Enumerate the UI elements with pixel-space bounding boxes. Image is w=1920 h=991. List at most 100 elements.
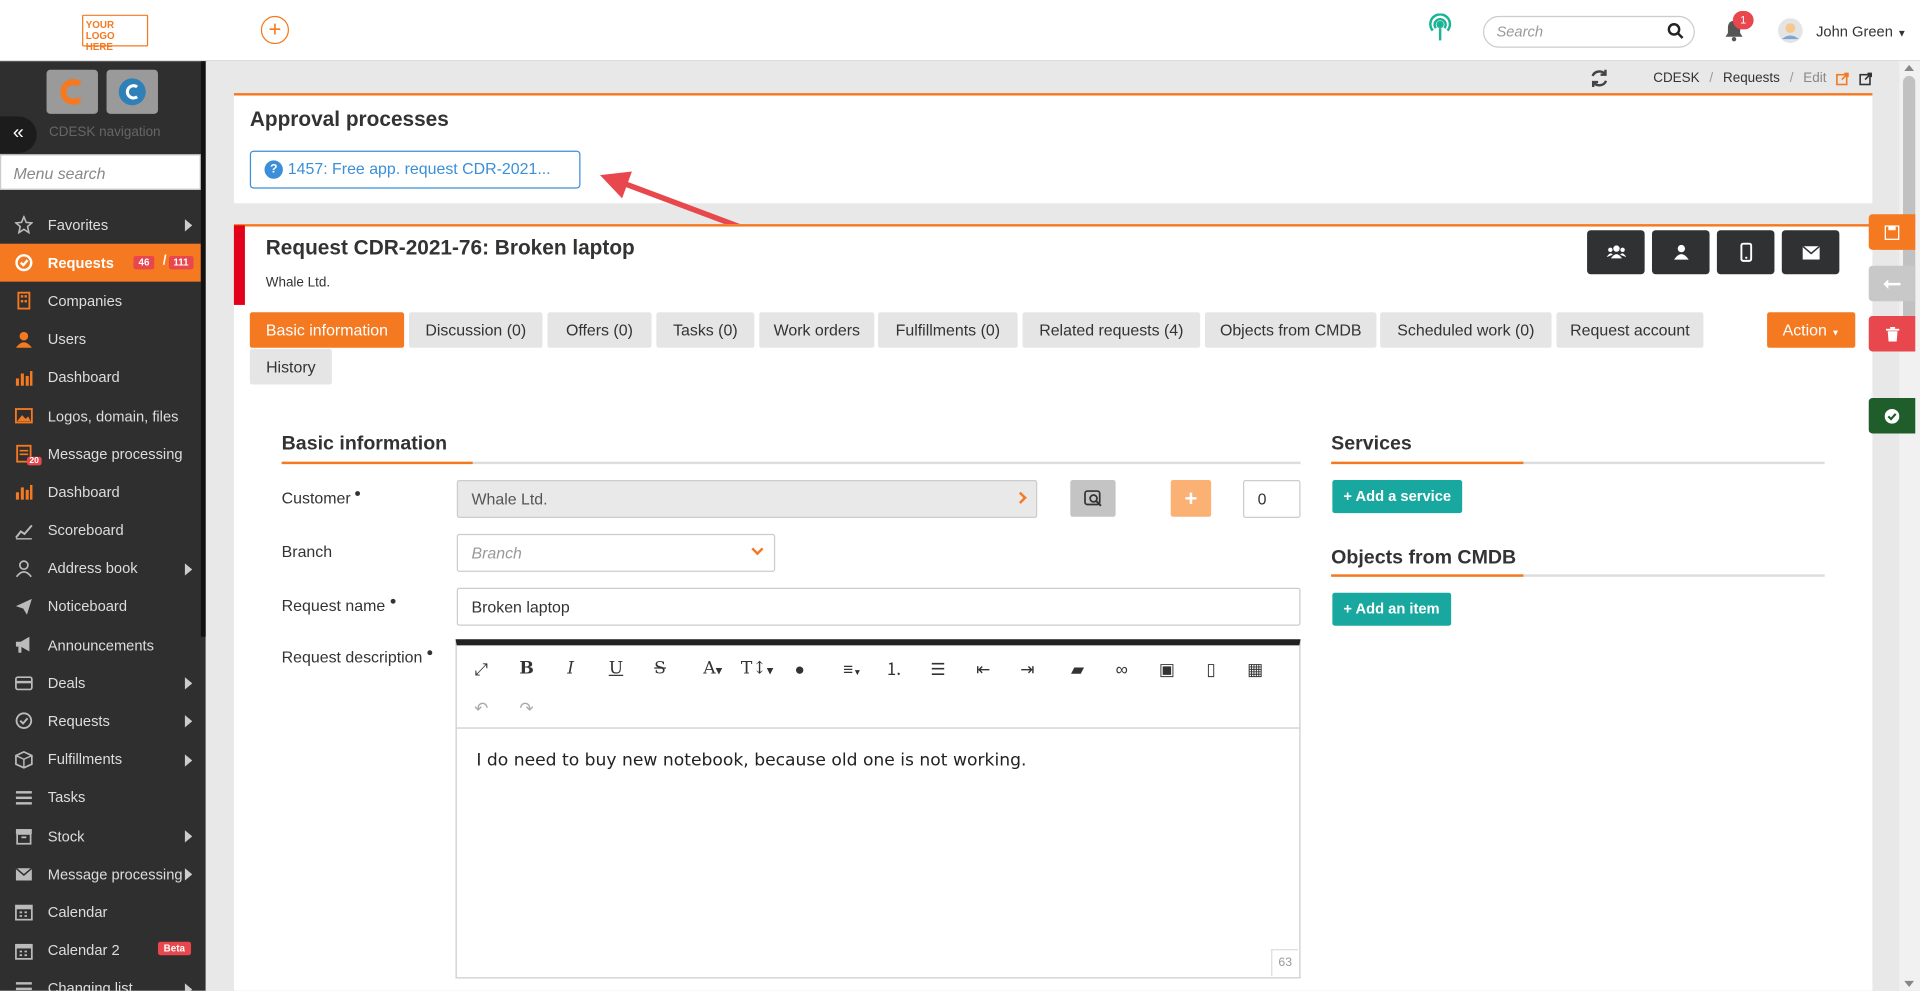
tab-work-orders[interactable]: Work orders xyxy=(759,312,875,348)
sidebar-item-favorites[interactable]: Favorites xyxy=(0,206,201,244)
basic-info-divider xyxy=(281,461,1301,465)
tab-basic-information[interactable]: Basic information xyxy=(249,312,405,348)
tab-offers[interactable]: Offers (0) xyxy=(547,312,652,348)
italic-icon[interactable]: I xyxy=(558,656,582,680)
add-item-button[interactable]: + Add an item xyxy=(1332,592,1451,626)
strikethrough-icon[interactable]: S xyxy=(648,656,672,680)
customer-count-field[interactable]: 0 xyxy=(1242,480,1301,519)
email-button[interactable] xyxy=(1781,230,1840,275)
description-text[interactable]: I do need to buy new notebook, because o… xyxy=(476,751,1026,771)
indent-icon[interactable]: ⇥ xyxy=(1015,656,1039,680)
sidebar-item-requests[interactable]: Requests xyxy=(0,702,201,740)
branch-select[interactable]: Branch xyxy=(456,533,776,572)
color-drop-icon[interactable]: ● xyxy=(787,656,811,680)
bold-icon[interactable]: B xyxy=(514,656,538,680)
sidebar-item-calendar-2[interactable]: Calendar 2 Beta xyxy=(0,931,201,969)
sidebar-item-deals[interactable]: Deals xyxy=(0,664,201,702)
open-window-icon[interactable] xyxy=(1859,72,1873,85)
sidebar-item-calendar[interactable]: Calendar xyxy=(0,893,201,931)
secondary-app-icon[interactable] xyxy=(106,69,158,114)
page-scrollbar[interactable] xyxy=(1899,61,1920,991)
phone-button[interactable] xyxy=(1716,230,1775,275)
breadcrumb-cdesk[interactable]: CDESK xyxy=(1653,71,1699,86)
cdesk-app-icon[interactable] xyxy=(46,69,98,114)
podcast-icon[interactable] xyxy=(1427,13,1454,42)
tab-scheduled-work[interactable]: Scheduled work (0) xyxy=(1380,312,1552,348)
approval-title: Approval processes xyxy=(249,107,449,132)
group-button[interactable] xyxy=(1587,230,1645,275)
search-icon[interactable] xyxy=(1667,22,1684,39)
sidebar-item-companies[interactable]: Companies xyxy=(0,282,201,320)
sidebar-item-announcements[interactable]: Announcements xyxy=(0,626,201,664)
save-button[interactable] xyxy=(1868,214,1916,250)
undo-icon[interactable]: ↶ xyxy=(469,696,493,720)
approval-process-link[interactable]: ? 1457: Free app. request CDR-2021... xyxy=(249,150,581,189)
sidebar-item-dashboard[interactable]: Dashboard xyxy=(0,359,201,397)
sidebar-item-changing-list[interactable]: Changing list xyxy=(0,970,201,991)
font-family-icon[interactable]: A▼ xyxy=(697,656,729,680)
file-icon[interactable]: ▯ xyxy=(1199,656,1223,680)
customer-field[interactable]: Whale Ltd. xyxy=(456,480,1038,519)
quick-add-button[interactable]: + xyxy=(260,15,290,45)
approval-item-label: 1457: Free app. request CDR-2021... xyxy=(287,159,551,178)
sidebar-item-label: Companies xyxy=(47,292,123,310)
user-menu[interactable]: John Green ▼ xyxy=(1816,23,1907,40)
unordered-list-icon[interactable]: ☰ xyxy=(926,656,950,680)
person-button[interactable] xyxy=(1651,230,1710,275)
breadcrumb-requests[interactable]: Requests xyxy=(1723,71,1780,86)
customer-lookup-button[interactable] xyxy=(1070,480,1116,517)
sidebar-item-scoreboard[interactable]: Scoreboard xyxy=(0,511,201,549)
complete-button[interactable] xyxy=(1868,397,1916,434)
tab-fulfillments[interactable]: Fulfillments (0) xyxy=(878,312,1018,348)
sidebar-item-message-processing[interactable]: Message processing 20 xyxy=(0,435,201,473)
sidebar-item-stock[interactable]: Stock xyxy=(0,817,201,855)
sidebar-item-address-book[interactable]: Address book xyxy=(0,549,201,587)
add-customer-button[interactable]: + xyxy=(1170,480,1212,517)
sidebar-item-users[interactable]: Users xyxy=(0,320,201,358)
underline-icon[interactable]: U xyxy=(604,656,628,680)
sidebar-item-label: Calendar xyxy=(47,903,108,921)
action-dropdown-button[interactable]: Action ▼ xyxy=(1767,312,1856,348)
sidebar-item-requests[interactable]: Requests 46 /111 xyxy=(0,243,201,283)
avatar[interactable] xyxy=(1778,18,1803,43)
tab-request-account[interactable]: Request account xyxy=(1556,312,1704,348)
refresh-icon[interactable] xyxy=(1590,69,1610,89)
nav-title: CDESK navigation xyxy=(48,124,161,140)
sidebar-item-message-processing[interactable]: Message processing xyxy=(0,855,201,893)
tab-discussion[interactable]: Discussion (0) xyxy=(409,312,543,348)
company-logo[interactable]: YOUR LOGO HERE xyxy=(82,14,149,53)
fullscreen-icon[interactable]: ⤢ xyxy=(469,656,493,680)
link-icon[interactable]: ∞ xyxy=(1109,656,1133,680)
add-service-button[interactable]: + Add a service xyxy=(1332,480,1463,514)
sidebar-item-noticeboard[interactable]: Noticeboard xyxy=(0,588,201,626)
question-icon: ? xyxy=(264,160,283,179)
redo-icon[interactable]: ↷ xyxy=(514,696,538,720)
sidebar-item-logos-domain-files[interactable]: Logos, domain, files xyxy=(0,397,201,435)
menu-search-input[interactable]: Menu search xyxy=(0,154,201,190)
book-icon[interactable]: ▰ xyxy=(1065,656,1089,680)
back-button[interactable] xyxy=(1868,265,1916,302)
tab-related-requests[interactable]: Related requests (4) xyxy=(1022,312,1201,348)
tab-objects-from-cmdb[interactable]: Objects from CMDB xyxy=(1205,312,1377,348)
sidebar-item-tasks[interactable]: Tasks xyxy=(0,779,201,817)
tab-tasks[interactable]: Tasks (0) xyxy=(656,312,755,348)
caret-right-icon xyxy=(184,830,193,843)
sidebar-item-dashboard[interactable]: Dashboard xyxy=(0,473,201,511)
font-size-icon[interactable]: T↕▼ xyxy=(741,656,773,680)
global-search-input[interactable]: Search xyxy=(1482,15,1695,48)
tab-history[interactable]: History xyxy=(249,348,332,384)
outdent-icon[interactable]: ⇤ xyxy=(971,656,995,680)
external-link-icon[interactable] xyxy=(1836,72,1850,85)
sidebar-item-fulfillments[interactable]: Fulfillments xyxy=(0,740,201,778)
image-icon[interactable]: ▣ xyxy=(1155,656,1179,680)
delete-button[interactable] xyxy=(1868,315,1916,352)
basic-info-heading: Basic information xyxy=(281,433,448,455)
sidebar-item-label: Dashboard xyxy=(47,369,120,387)
request-name-input[interactable]: Broken laptop xyxy=(456,587,1301,626)
ordered-list-icon[interactable]: ⒈ xyxy=(882,656,906,680)
align-icon[interactable]: ≡▼ xyxy=(836,656,868,680)
users-icon xyxy=(1606,245,1626,259)
table-icon[interactable]: ▦ xyxy=(1243,656,1267,680)
collapse-sidebar-button[interactable]: « xyxy=(0,116,37,154)
description-editor[interactable]: ⤢ B I U S A▼ T↕▼ ● ≡▼ ⒈ ☰ ⇤ ⇥ ▰ ∞ ▣ ▯ ▦ … xyxy=(455,639,1301,979)
